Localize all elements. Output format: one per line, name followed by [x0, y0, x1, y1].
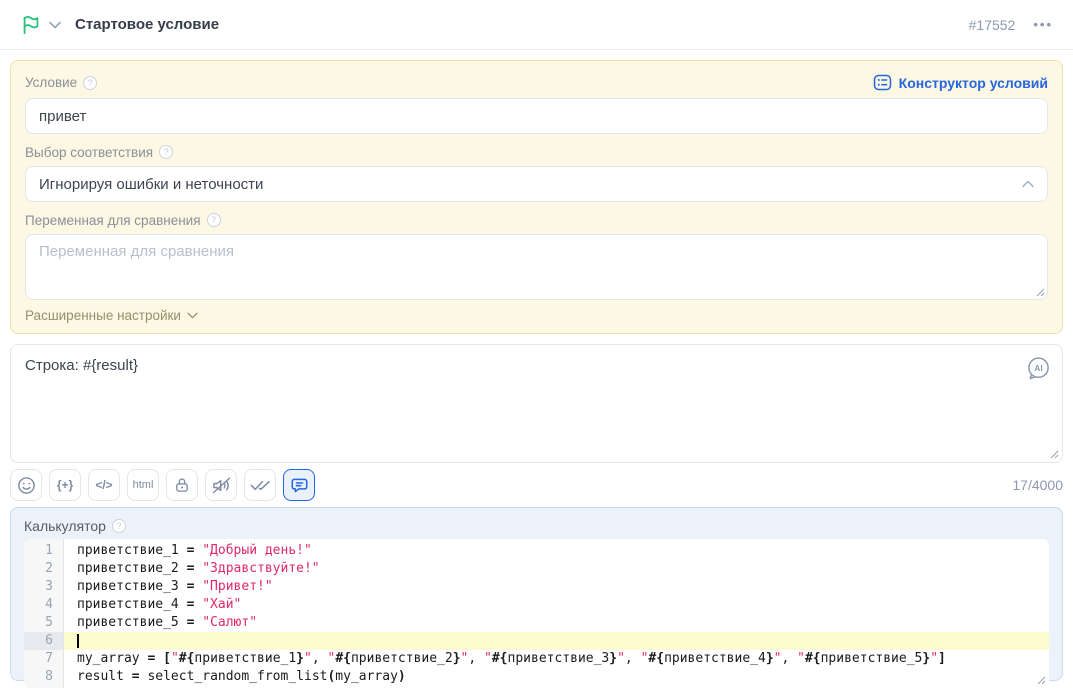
insert-code-button[interactable]: </> [88, 469, 120, 501]
line-number: 5 [24, 614, 63, 632]
html-mode-button[interactable]: html [127, 469, 159, 501]
line-number: 2 [24, 560, 63, 578]
header-chevron-down-icon[interactable] [49, 21, 61, 29]
code-gutter: 12345678 [24, 539, 64, 688]
resize-handle-icon[interactable] [1037, 676, 1046, 685]
message-text[interactable]: Строка: #{result} [25, 357, 1048, 374]
line-number: 3 [24, 578, 63, 596]
calculator-label: Калькулятор ? [24, 518, 1049, 534]
chevron-up-icon [1022, 180, 1034, 188]
more-menu-icon[interactable]: ••• [1033, 17, 1053, 32]
flag-icon[interactable] [20, 14, 42, 36]
match-label: Выбор соответствия ? [25, 144, 1048, 160]
page-title: Стартовое условие [75, 16, 219, 33]
code-line[interactable]: приветствие_4 = "Хай" [64, 596, 1049, 614]
line-number: 7 [24, 650, 63, 668]
double-check-button[interactable] [244, 469, 276, 501]
line-number: 6 [24, 632, 63, 650]
line-number: 4 [24, 596, 63, 614]
constructor-icon [873, 73, 892, 92]
code-line[interactable]: приветствие_1 = "Добрый день!" [64, 542, 1049, 560]
condition-input[interactable] [25, 98, 1048, 134]
condition-constructor-link[interactable]: Конструктор условий [873, 73, 1048, 92]
help-icon[interactable]: ? [207, 213, 221, 227]
code-editor[interactable]: 12345678 приветствие_1 = "Добрый день!"п… [24, 539, 1049, 688]
message-editor[interactable]: Строка: #{result} AI [10, 344, 1063, 463]
text-cursor [77, 634, 79, 648]
chevron-down-icon [187, 312, 198, 319]
code-line[interactable] [64, 632, 1049, 650]
resize-handle-icon[interactable] [1036, 288, 1045, 297]
code-line[interactable]: приветствие_5 = "Салют" [64, 614, 1049, 632]
comment-icon [290, 476, 309, 495]
condition-label: Условие ? [25, 75, 97, 91]
svg-text:AI: AI [1034, 363, 1043, 373]
condition-panel: Условие ? Конструктор условий [10, 60, 1063, 334]
header: Стартовое условие #17552 ••• [0, 0, 1073, 50]
code-lines[interactable]: приветствие_1 = "Добрый день!"приветстви… [64, 539, 1049, 688]
code-line[interactable]: result = select_random_from_list(my_arra… [64, 668, 1049, 686]
code-line[interactable]: приветствие_3 = "Привет!" [64, 578, 1049, 596]
variable-textarea[interactable] [25, 234, 1048, 300]
ai-assistant-button[interactable]: AI [1025, 355, 1052, 382]
block-id: #17552 [969, 17, 1016, 33]
emoji-icon [17, 476, 36, 495]
line-number: 8 [24, 668, 63, 686]
editor-toolbar: {+} </> html [10, 469, 1063, 501]
condition-block-editor: Стартовое условие #17552 ••• Условие ? [0, 0, 1073, 689]
lock-button[interactable] [166, 469, 198, 501]
sound-off-button[interactable] [205, 469, 237, 501]
variable-label: Переменная для сравнения ? [25, 212, 1048, 228]
comment-button[interactable] [283, 469, 315, 501]
match-select[interactable]: Игнорируя ошибки и неточности [25, 166, 1048, 202]
advanced-settings-toggle[interactable]: Расширенные настройки [25, 308, 198, 323]
line-number: 1 [24, 542, 63, 560]
code-line[interactable]: приветствие_2 = "Здравствуйте!" [64, 560, 1049, 578]
help-icon[interactable]: ? [83, 76, 97, 90]
double-check-icon [250, 478, 271, 492]
insert-variable-button[interactable]: {+} [49, 469, 81, 501]
code-line[interactable]: my_array = ["#{приветствие_1}", "#{приве… [64, 650, 1049, 668]
sound-off-icon [211, 476, 232, 495]
char-counter: 17/4000 [1012, 477, 1063, 493]
help-icon[interactable]: ? [159, 145, 173, 159]
calculator-panel: Калькулятор ? 12345678 приветствие_1 = "… [10, 507, 1063, 681]
lock-icon [173, 476, 191, 494]
emoji-button[interactable] [10, 469, 42, 501]
resize-handle-icon[interactable] [1050, 450, 1059, 459]
help-icon[interactable]: ? [112, 519, 126, 533]
